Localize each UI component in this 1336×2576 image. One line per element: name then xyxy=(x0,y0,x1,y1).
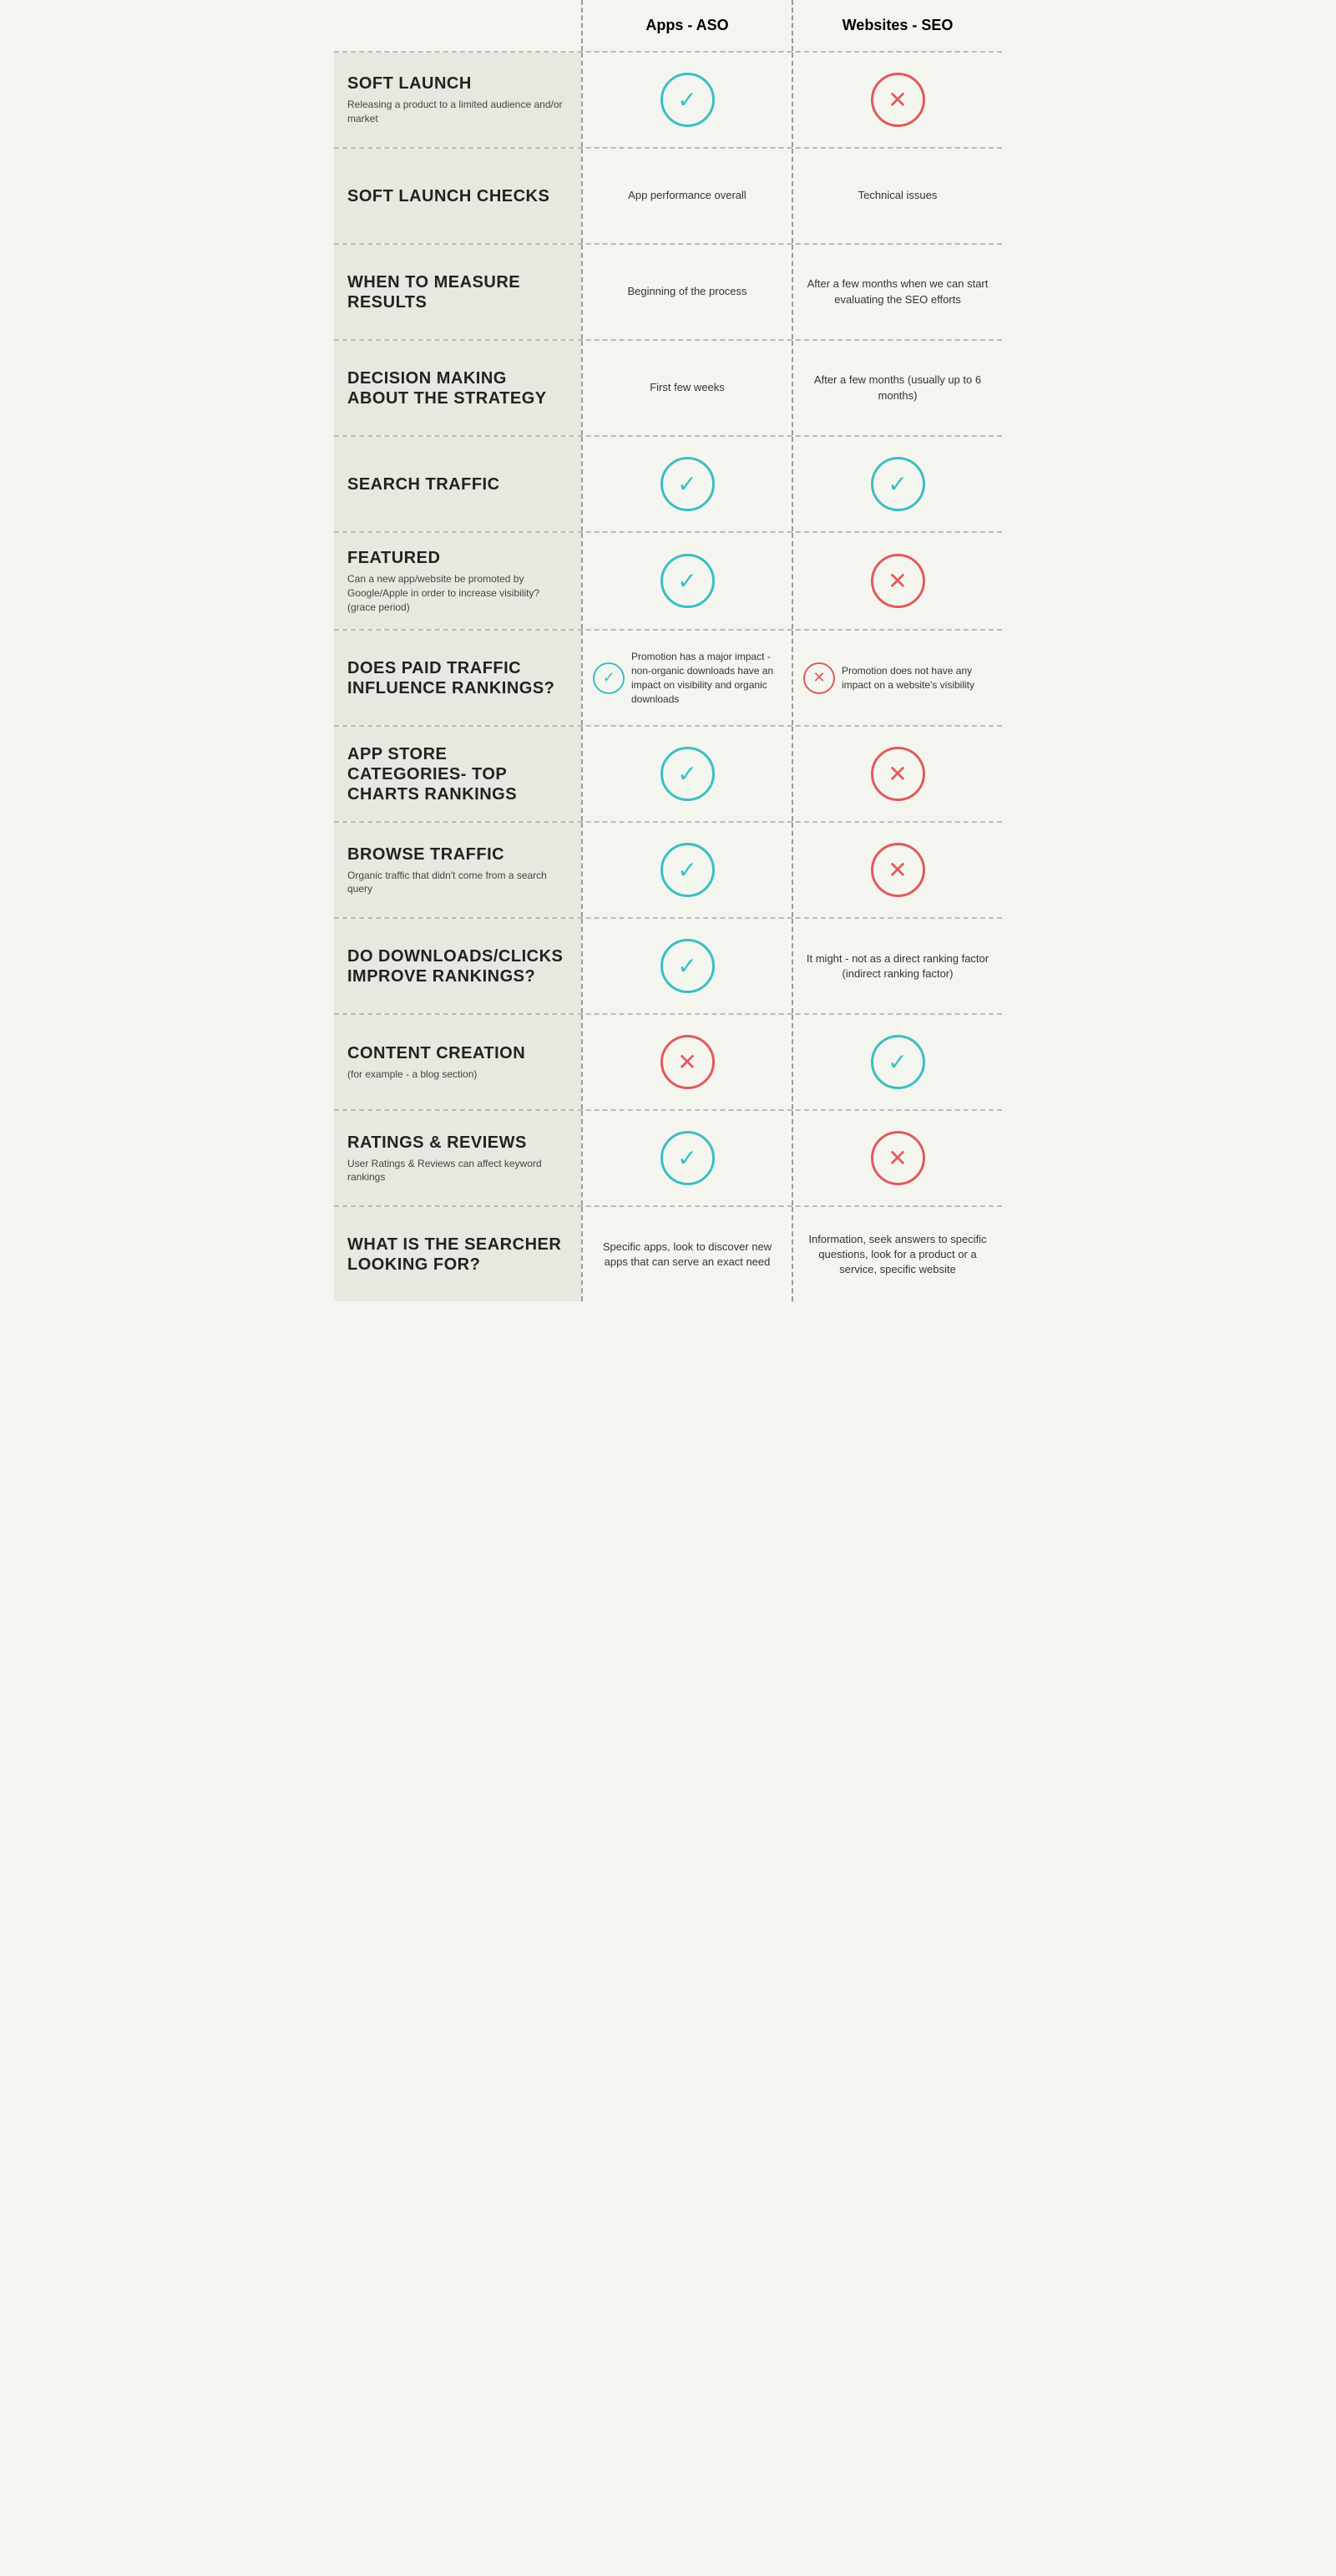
row-title: APP STORE CATEGORIES- TOP CHARTS RANKING… xyxy=(347,744,568,804)
table-row: CONTENT CREATION (for example - a blog se… xyxy=(334,1013,1002,1109)
row-label-when-to-measure: WHEN TO MEASURE RESULTS xyxy=(334,245,581,339)
cross-icon: ✕ xyxy=(871,1131,925,1185)
row-title: DECISION MAKING ABOUT THE STRATEGY xyxy=(347,368,568,408)
col3-cell-app-store-categories: ✕ xyxy=(792,727,1002,821)
col3-cell-browse-traffic: ✕ xyxy=(792,823,1002,917)
row-title: RATINGS & REVIEWS xyxy=(347,1133,568,1153)
table-row: WHEN TO MEASURE RESULTS Beginning of the … xyxy=(334,243,1002,339)
check-icon: ✓ xyxy=(871,1035,925,1089)
table-row: DOES PAID TRAFFIC INFLUENCE RANKINGS? ✓Pr… xyxy=(334,629,1002,725)
header-col2: Apps - ASO xyxy=(581,0,792,51)
row-title: FEATURED xyxy=(347,548,568,568)
table-row: WHAT IS THE SEARCHER LOOKING FOR? Specifi… xyxy=(334,1205,1002,1301)
row-subtitle: Can a new app/website be promoted by Goo… xyxy=(347,572,568,614)
row-label-soft-launch: SOFT LAUNCH Releasing a product to a limi… xyxy=(334,53,581,147)
row-label-downloads-clicks: DO DOWNLOADS/CLICKS IMPROVE RANKINGS? xyxy=(334,919,581,1013)
row-label-decision-making: DECISION MAKING ABOUT THE STRATEGY xyxy=(334,341,581,435)
row-label-browse-traffic: BROWSE TRAFFIC Organic traffic that didn'… xyxy=(334,823,581,917)
row-label-paid-traffic: DOES PAID TRAFFIC INFLUENCE RANKINGS? xyxy=(334,631,581,725)
row-title: DOES PAID TRAFFIC INFLUENCE RANKINGS? xyxy=(347,658,568,698)
col2-cell-soft-launch-checks: App performance overall xyxy=(581,149,792,243)
row-label-app-store-categories: APP STORE CATEGORIES- TOP CHARTS RANKING… xyxy=(334,727,581,821)
row-subtitle: Releasing a product to a limited audienc… xyxy=(347,98,568,126)
check-icon: ✓ xyxy=(660,73,715,127)
col2-cell-when-to-measure: Beginning of the process xyxy=(581,245,792,339)
col3-cell-ratings-reviews: ✕ xyxy=(792,1111,1002,1205)
col2-cell-decision-making: First few weeks xyxy=(581,341,792,435)
row-label-content-creation: CONTENT CREATION (for example - a blog se… xyxy=(334,1015,581,1109)
col3-cell-soft-launch-checks: Technical issues xyxy=(792,149,1002,243)
cross-icon: ✕ xyxy=(660,1035,715,1089)
cross-icon: ✕ xyxy=(871,73,925,127)
header-col1 xyxy=(334,0,581,51)
col2-cell-app-store-categories: ✓ xyxy=(581,727,792,821)
col3-cell-when-to-measure: After a few months when we can start eva… xyxy=(792,245,1002,339)
col2-cell-soft-launch: ✓ xyxy=(581,53,792,147)
col3-cell-content-creation: ✓ xyxy=(792,1015,1002,1109)
col2-cell-ratings-reviews: ✓ xyxy=(581,1111,792,1205)
check-icon: ✓ xyxy=(660,1131,715,1185)
check-icon: ✓ xyxy=(660,554,715,608)
col3-cell-featured: ✕ xyxy=(792,533,1002,629)
col2-cell-browse-traffic: ✓ xyxy=(581,823,792,917)
cross-icon: ✕ xyxy=(871,843,925,897)
row-title: CONTENT CREATION xyxy=(347,1043,568,1063)
col3-cell-paid-traffic: ✕Promotion does not have any impact on a… xyxy=(792,631,1002,725)
row-label-soft-launch-checks: SOFT LAUNCH CHECKS xyxy=(334,149,581,243)
check-icon: ✓ xyxy=(660,843,715,897)
row-label-ratings-reviews: RATINGS & REVIEWS User Ratings & Reviews … xyxy=(334,1111,581,1205)
row-title: SOFT LAUNCH xyxy=(347,74,568,94)
table-row: SEARCH TRAFFIC ✓ ✓ xyxy=(334,435,1002,531)
table-body: SOFT LAUNCH Releasing a product to a limi… xyxy=(334,51,1002,1301)
col3-cell-decision-making: After a few months (usually up to 6 mont… xyxy=(792,341,1002,435)
cross-icon: ✕ xyxy=(803,662,835,694)
col2-cell-searcher-looking: Specific apps, look to discover new apps… xyxy=(581,1207,792,1301)
cross-icon: ✕ xyxy=(871,747,925,801)
check-icon: ✓ xyxy=(660,457,715,511)
row-title: BROWSE TRAFFIC xyxy=(347,844,568,865)
row-subtitle: User Ratings & Reviews can affect keywor… xyxy=(347,1157,568,1185)
col3-cell-downloads-clicks: It might - not as a direct ranking facto… xyxy=(792,919,1002,1013)
row-subtitle: Organic traffic that didn't come from a … xyxy=(347,869,568,897)
table-row: DECISION MAKING ABOUT THE STRATEGY First … xyxy=(334,339,1002,435)
table-row: DO DOWNLOADS/CLICKS IMPROVE RANKINGS? ✓ It… xyxy=(334,917,1002,1013)
row-label-searcher-looking: WHAT IS THE SEARCHER LOOKING FOR? xyxy=(334,1207,581,1301)
row-title: WHAT IS THE SEARCHER LOOKING FOR? xyxy=(347,1235,568,1275)
table-row: BROWSE TRAFFIC Organic traffic that didn'… xyxy=(334,821,1002,917)
row-title: SEARCH TRAFFIC xyxy=(347,474,568,494)
table-row: APP STORE CATEGORIES- TOP CHARTS RANKING… xyxy=(334,725,1002,821)
row-label-search-traffic: SEARCH TRAFFIC xyxy=(334,437,581,531)
table-row: SOFT LAUNCH Releasing a product to a limi… xyxy=(334,51,1002,147)
check-icon: ✓ xyxy=(660,939,715,993)
row-subtitle: (for example - a blog section) xyxy=(347,1067,568,1082)
table-header: Apps - ASO Websites - SEO xyxy=(334,0,1002,51)
check-icon: ✓ xyxy=(660,747,715,801)
row-label-featured: FEATURED Can a new app/website be promote… xyxy=(334,533,581,629)
check-icon: ✓ xyxy=(593,662,625,694)
row-title: SOFT LAUNCH CHECKS xyxy=(347,186,568,206)
col2-cell-downloads-clicks: ✓ xyxy=(581,919,792,1013)
header-col3: Websites - SEO xyxy=(792,0,1002,51)
col2-cell-content-creation: ✕ xyxy=(581,1015,792,1109)
col3-cell-searcher-looking: Information, seek answers to specific qu… xyxy=(792,1207,1002,1301)
cross-icon: ✕ xyxy=(871,554,925,608)
table-row: FEATURED Can a new app/website be promote… xyxy=(334,531,1002,629)
table-row: RATINGS & REVIEWS User Ratings & Reviews … xyxy=(334,1109,1002,1205)
row-title: WHEN TO MEASURE RESULTS xyxy=(347,272,568,312)
col3-cell-search-traffic: ✓ xyxy=(792,437,1002,531)
col2-cell-paid-traffic: ✓Promotion has a major impact - non-orga… xyxy=(581,631,792,725)
col2-cell-featured: ✓ xyxy=(581,533,792,629)
col3-cell-soft-launch: ✕ xyxy=(792,53,1002,147)
check-icon: ✓ xyxy=(871,457,925,511)
col2-cell-search-traffic: ✓ xyxy=(581,437,792,531)
row-title: DO DOWNLOADS/CLICKS IMPROVE RANKINGS? xyxy=(347,946,568,986)
table-row: SOFT LAUNCH CHECKS App performance overal… xyxy=(334,147,1002,243)
